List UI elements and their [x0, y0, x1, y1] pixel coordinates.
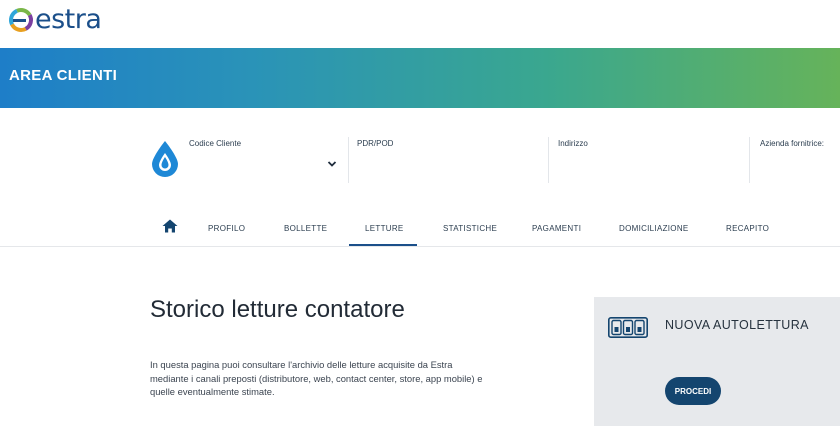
pdr-pod-label: PDR/POD: [357, 139, 394, 148]
tab-letture[interactable]: LETTURE: [365, 224, 404, 233]
page-title: Storico letture contatore: [150, 296, 405, 323]
water-drop-icon: [152, 141, 178, 177]
tab-profilo[interactable]: PROFILO: [208, 224, 245, 233]
address-label: Indirizzo: [558, 139, 588, 148]
customer-code-field[interactable]: Codice Cliente: [189, 139, 241, 148]
brand-name: estra: [35, 4, 102, 35]
banner-title: AREA CLIENTI: [9, 67, 118, 84]
active-tab-indicator: [349, 244, 417, 246]
chevron-down-icon[interactable]: [326, 158, 338, 170]
header: estra: [0, 0, 840, 48]
supplier-label: Azienda fornitrice:: [760, 139, 825, 148]
tab-recapito[interactable]: RECAPITO: [726, 224, 769, 233]
brand-logo[interactable]: estra: [8, 4, 102, 35]
divider: [749, 137, 750, 183]
tab-bollette[interactable]: BOLLETTE: [284, 224, 327, 233]
divider: [548, 137, 549, 183]
pdr-pod-field: PDR/POD: [357, 139, 393, 148]
page-description: In questa pagina puoi consultare l'archi…: [150, 359, 483, 397]
tab-pagamenti[interactable]: PAGAMENTI: [532, 224, 581, 233]
card-title: NUOVA AUTOLETTURA: [665, 318, 809, 332]
estra-logo-icon: [9, 8, 33, 32]
tab-statistiche[interactable]: STATISTICHE: [443, 224, 497, 233]
procedi-button[interactable]: PROCEDI: [665, 377, 721, 405]
tab-domiciliazione[interactable]: DOMICILIAZIONE: [619, 224, 689, 233]
address-field: Indirizzo: [558, 139, 588, 148]
section-nav: [0, 210, 840, 247]
home-icon[interactable]: [162, 219, 178, 233]
meter-icon: [608, 317, 648, 338]
area-banner: AREA CLIENTI: [0, 48, 840, 108]
supplier-field: Azienda fornitrice:: [760, 139, 824, 148]
divider: [348, 137, 349, 183]
customer-code-label: Codice Cliente: [189, 139, 242, 148]
